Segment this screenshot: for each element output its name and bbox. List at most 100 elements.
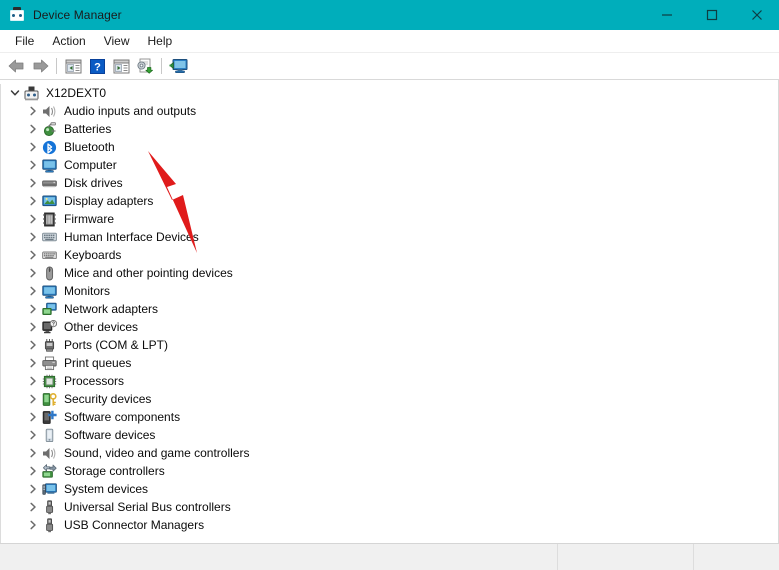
usb-icon: [41, 517, 58, 533]
scan-hardware-changes-icon: [137, 58, 153, 74]
properties-button[interactable]: [109, 55, 133, 77]
tree-row[interactable]: Storage controllers: [1, 462, 778, 480]
status-pane-3: [693, 544, 779, 570]
tree-row[interactable]: USB Connector Managers: [1, 516, 778, 534]
chevron-right-icon[interactable]: [25, 283, 41, 299]
chevron-right-icon[interactable]: [25, 139, 41, 155]
chevron-right-icon[interactable]: [25, 517, 41, 533]
chevron-right-icon[interactable]: [25, 391, 41, 407]
tree-row[interactable]: Security devices: [1, 390, 778, 408]
bluetooth-icon: [41, 139, 58, 155]
tree-row[interactable]: ? Other devices: [1, 318, 778, 336]
tree-item-label: Network adapters: [64, 302, 159, 316]
chevron-right-icon[interactable]: [25, 157, 41, 173]
chevron-right-icon[interactable]: [25, 175, 41, 191]
device-manager-icon: [8, 6, 26, 24]
scan-for-hardware-changes-button[interactable]: [133, 55, 157, 77]
tree-row[interactable]: Mice and other pointing devices: [1, 264, 778, 282]
tree-row[interactable]: Monitors: [1, 282, 778, 300]
tree-item-label: Bluetooth: [64, 140, 115, 154]
console-content-pane: X12DEXT0 Audio inputs and outputs Batteri…: [0, 80, 779, 543]
tree-row[interactable]: Firmware: [1, 210, 778, 228]
tree-row[interactable]: Disk drives: [1, 174, 778, 192]
chevron-right-icon[interactable]: [25, 373, 41, 389]
tree-item-label: Mice and other pointing devices: [64, 266, 233, 280]
chevron-right-icon[interactable]: [25, 229, 41, 245]
show-hidden-devices-button[interactable]: [166, 55, 190, 77]
forward-button[interactable]: [28, 55, 52, 77]
tree-item-label: Processors: [64, 374, 125, 388]
chevron-right-icon[interactable]: [25, 463, 41, 479]
software-device-icon: [41, 427, 58, 443]
tree-row[interactable]: Ports (COM & LPT): [1, 336, 778, 354]
tree-row[interactable]: Software components: [1, 408, 778, 426]
menu-item-view[interactable]: View: [95, 32, 139, 50]
menu-item-file[interactable]: File: [6, 32, 43, 50]
chevron-right-icon[interactable]: [25, 445, 41, 461]
tree-item-label: Storage controllers: [64, 464, 165, 478]
chevron-right-icon[interactable]: [25, 211, 41, 227]
chevron-right-icon[interactable]: [25, 337, 41, 353]
tree-row[interactable]: Processors: [1, 372, 778, 390]
tree-row[interactable]: Sound, video and game controllers: [1, 444, 778, 462]
minimize-icon: [661, 14, 672, 16]
show-hide-console-tree-button[interactable]: [61, 55, 85, 77]
tree-row[interactable]: Universal Serial Bus controllers: [1, 498, 778, 516]
tree-row[interactable]: Network adapters: [1, 300, 778, 318]
tree-item-label: Batteries: [64, 122, 112, 136]
back-button[interactable]: [4, 55, 28, 77]
minimize-button[interactable]: [644, 0, 689, 30]
chevron-right-icon[interactable]: [25, 301, 41, 317]
tree-item-label: Software components: [64, 410, 181, 424]
maximize-button[interactable]: [689, 0, 734, 30]
tree-root-label: X12DEXT0: [46, 86, 107, 100]
keyboard-icon: [41, 247, 58, 263]
processor-icon: [41, 373, 58, 389]
chevron-right-icon[interactable]: [25, 247, 41, 263]
chevron-right-icon[interactable]: [25, 427, 41, 443]
toolbar-separator-1: [56, 58, 57, 74]
close-button[interactable]: [734, 0, 779, 30]
chevron-right-icon[interactable]: [25, 103, 41, 119]
menu-item-help[interactable]: Help: [139, 32, 182, 50]
close-icon: [751, 10, 762, 20]
tree-row[interactable]: Batteries: [1, 120, 778, 138]
tree-row[interactable]: Keyboards: [1, 246, 778, 264]
toolbar: ?: [0, 53, 779, 80]
tree-row[interactable]: Print queues: [1, 354, 778, 372]
tree-row-root[interactable]: X12DEXT0: [1, 84, 778, 102]
chevron-right-icon[interactable]: [25, 193, 41, 209]
chevron-right-icon[interactable]: [25, 355, 41, 371]
tree-item-label: Display adapters: [64, 194, 154, 208]
tree-row[interactable]: Software devices: [1, 426, 778, 444]
window-title: Device Manager: [33, 8, 122, 22]
monitor-display-icon: [168, 59, 187, 74]
chevron-right-icon[interactable]: [25, 319, 41, 335]
chevron-right-icon[interactable]: [25, 409, 41, 425]
tree-row[interactable]: Bluetooth: [1, 138, 778, 156]
network-adapter-icon: [41, 301, 58, 317]
security-key-icon: [41, 391, 58, 407]
speaker-icon: [41, 445, 58, 461]
hid-keyboard-icon: [41, 229, 58, 245]
tree-item-label: Human Interface Devices: [64, 230, 199, 244]
display-adapter-icon: [41, 193, 58, 209]
chevron-right-icon[interactable]: [25, 265, 41, 281]
tree-item-label: Print queues: [64, 356, 132, 370]
tree-item-label: Sound, video and game controllers: [64, 446, 250, 460]
menu-item-action[interactable]: Action: [43, 32, 94, 50]
tree-row[interactable]: Computer: [1, 156, 778, 174]
chevron-down-icon[interactable]: [7, 85, 23, 101]
help-button[interactable]: ?: [85, 55, 109, 77]
chevron-right-icon[interactable]: [25, 121, 41, 137]
chevron-right-icon[interactable]: [25, 499, 41, 515]
tree-row[interactable]: Audio inputs and outputs: [1, 102, 778, 120]
monitor-icon: [41, 283, 58, 299]
tree-row[interactable]: Display adapters: [1, 192, 778, 210]
printer-icon: [41, 355, 58, 371]
tree-item-label: System devices: [64, 482, 149, 496]
device-tree[interactable]: X12DEXT0 Audio inputs and outputs Batteri…: [0, 84, 778, 543]
tree-row[interactable]: Human Interface Devices: [1, 228, 778, 246]
chevron-right-icon[interactable]: [25, 481, 41, 497]
tree-row[interactable]: System devices: [1, 480, 778, 498]
